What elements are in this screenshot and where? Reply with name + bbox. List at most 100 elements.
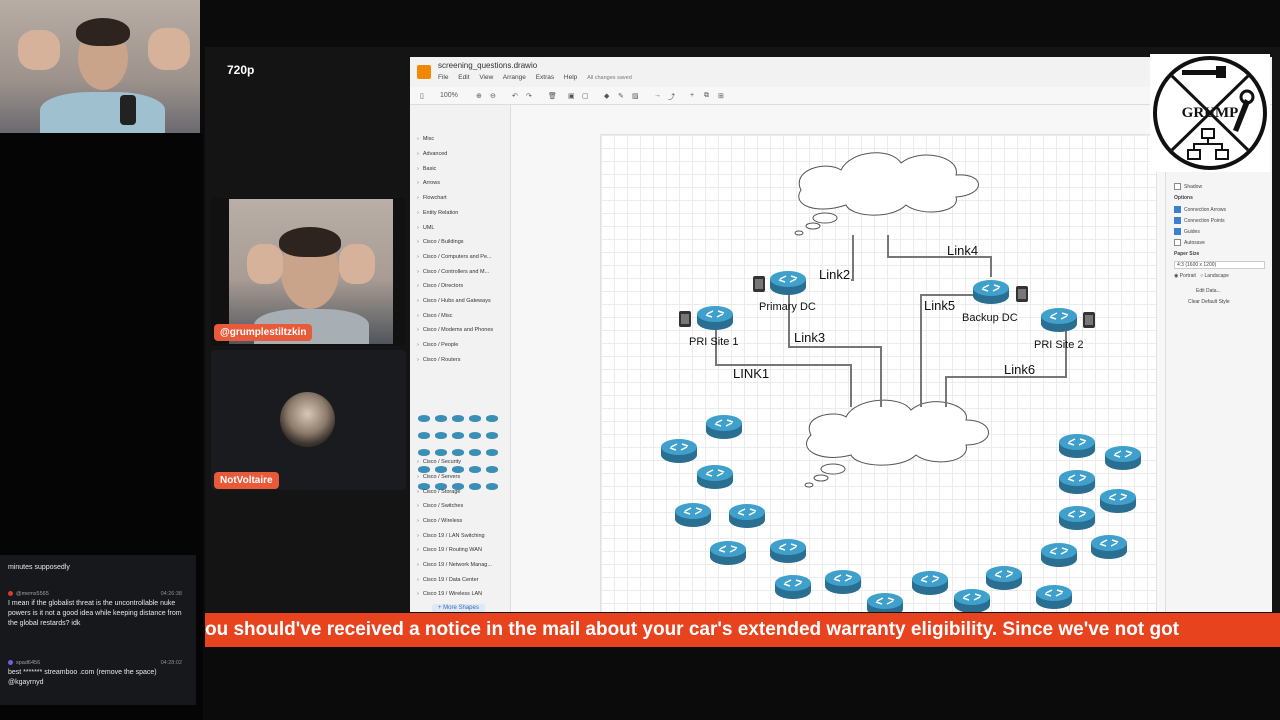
router-shape-icon[interactable] xyxy=(469,449,481,456)
menu-edit[interactable]: Edit xyxy=(458,74,469,81)
portrait-radio[interactable]: ◉ Portrait xyxy=(1174,273,1196,279)
library-basic[interactable]: Basic xyxy=(417,166,436,172)
library-cisco-routers[interactable]: Cisco / Routers xyxy=(417,357,461,363)
label-link3: Link3 xyxy=(794,330,825,345)
link-icon[interactable]: ⧉ xyxy=(704,92,709,100)
waypoints-icon[interactable]: ⤴ xyxy=(668,92,675,102)
library-cisco-modems[interactable]: Cisco / Modems and Phones xyxy=(417,327,493,333)
zoom-select[interactable]: 100% xyxy=(440,92,458,99)
library-cisco19-wlan[interactable]: Cisco 19 / Wireless LAN xyxy=(417,591,482,597)
delete-icon[interactable]: 🗑 xyxy=(548,92,557,100)
library-cisco-buildings[interactable]: Cisco / Buildings xyxy=(417,239,464,245)
router-primary-dc[interactable] xyxy=(753,270,807,296)
library-cisco-misc[interactable]: Cisco / Misc xyxy=(417,313,453,319)
library-cisco19-lan[interactable]: Cisco 19 / LAN Switching xyxy=(417,533,485,539)
router-shape-icon[interactable] xyxy=(435,449,447,456)
menu-help[interactable]: Help xyxy=(564,74,577,81)
router-shape-icon[interactable] xyxy=(452,466,464,473)
library-advanced[interactable]: Advanced xyxy=(417,151,447,157)
shadow-icon[interactable]: ▨ xyxy=(632,92,639,100)
label-link5: Link5 xyxy=(924,298,955,313)
shadow-option[interactable]: Shadow xyxy=(1174,183,1202,190)
table-icon[interactable]: ⊞ xyxy=(718,92,724,100)
insert-icon[interactable]: + xyxy=(690,92,694,99)
library-cisco-security[interactable]: Cisco / Security xyxy=(417,459,461,465)
router-shape-icon[interactable] xyxy=(486,449,498,456)
library-cisco-servers[interactable]: Cisco / Servers xyxy=(417,474,460,480)
router-shape-icon[interactable] xyxy=(469,483,481,490)
router-shape-icon[interactable] xyxy=(435,466,447,473)
clear-default-style-button[interactable]: Clear Default Style xyxy=(1188,299,1230,305)
zoom-in-icon[interactable]: ⊕ xyxy=(476,92,482,100)
zoom-out-icon[interactable]: ⊖ xyxy=(490,92,496,100)
cloud-bottom[interactable] xyxy=(804,399,989,488)
router-shape-icon[interactable] xyxy=(469,432,481,439)
host-name-tag: @grumplestiltzkin xyxy=(214,324,313,341)
router-shape-icon[interactable] xyxy=(418,432,430,439)
router-shape-icon[interactable] xyxy=(486,415,498,422)
connection-points-checkbox[interactable]: Connection Points xyxy=(1174,217,1225,224)
library-flowchart[interactable]: Flowchart xyxy=(417,195,447,201)
edit-data-button[interactable]: Edit Data... xyxy=(1196,288,1221,294)
library-cisco19-datacenter[interactable]: Cisco 19 / Data Center xyxy=(417,577,479,583)
router-shape-icon[interactable] xyxy=(435,415,447,422)
library-arrows[interactable]: Arrows xyxy=(417,180,440,186)
router-shape-icon[interactable] xyxy=(486,483,498,490)
to-front-icon[interactable]: ▣ xyxy=(568,92,575,100)
orientation-radios[interactable]: ◉ Portrait ○ Landscape xyxy=(1174,273,1229,279)
router-shape-icon[interactable] xyxy=(452,432,464,439)
autosave-checkbox[interactable]: Autosave xyxy=(1174,239,1205,246)
menu-view[interactable]: View xyxy=(479,74,493,81)
guides-checkbox[interactable]: Guides xyxy=(1174,228,1200,235)
router-backup-dc[interactable] xyxy=(972,279,1028,305)
router-shape-icon[interactable] xyxy=(452,449,464,456)
menu-extras[interactable]: Extras xyxy=(536,74,554,81)
cloud-top[interactable] xyxy=(794,152,979,236)
more-shapes-button[interactable]: + More Shapes xyxy=(432,604,485,612)
library-cisco-directors[interactable]: Cisco / Directors xyxy=(417,283,463,289)
library-cisco-people[interactable]: Cisco / People xyxy=(417,342,458,348)
menu-file[interactable]: File xyxy=(438,74,448,81)
router-shape-icon[interactable] xyxy=(469,466,481,473)
ticker-banner: ou should've received a notice in the ma… xyxy=(205,613,1280,647)
router-shape-icon[interactable] xyxy=(469,415,481,422)
library-cisco-controllers[interactable]: Cisco / Controllers and M... xyxy=(417,269,489,275)
label-link4: Link4 xyxy=(947,243,978,258)
line-color-icon[interactable]: ✎ xyxy=(618,92,624,100)
router-pri-site-1[interactable] xyxy=(679,305,734,331)
guest-name-tag: NotVoltaire xyxy=(214,472,279,489)
library-cisco19-network[interactable]: Cisco 19 / Network Manag... xyxy=(417,562,492,568)
router-shape-icon[interactable] xyxy=(452,415,464,422)
library-cisco-switches[interactable]: Cisco / Switches xyxy=(417,503,463,509)
connection-arrows-checkbox[interactable]: Connection Arrows xyxy=(1174,206,1226,213)
library-uml[interactable]: UML xyxy=(417,225,435,231)
router-shape-icon[interactable] xyxy=(418,415,430,422)
panel-toggle-icon[interactable]: ▯ xyxy=(420,92,424,100)
library-entity-relation[interactable]: Entity Relation xyxy=(417,210,458,216)
paper-size-select[interactable]: 4:3 (1600 x 1200) xyxy=(1174,261,1265,269)
redo-icon[interactable]: ↷ xyxy=(526,92,532,100)
router-shape-icon[interactable] xyxy=(418,466,430,473)
library-cisco-storage[interactable]: Cisco / Storage xyxy=(417,489,461,495)
chat-message: minutes supposedly xyxy=(8,564,70,571)
router-shape-icon[interactable] xyxy=(486,432,498,439)
router-shape-icon[interactable] xyxy=(418,449,430,456)
router-shape-icon[interactable] xyxy=(486,466,498,473)
connection-icon[interactable]: → xyxy=(654,92,661,99)
library-cisco19-routing[interactable]: Cisco 19 / Routing WAN xyxy=(417,547,482,553)
library-misc[interactable]: Misc xyxy=(417,136,434,142)
to-back-icon[interactable]: ▢ xyxy=(582,92,589,100)
diagram-canvas[interactable]: Primary DC Backup DC PRI Site 1 PRI Site… xyxy=(600,134,1157,612)
fill-color-icon[interactable]: ◆ xyxy=(604,92,609,100)
library-cisco-hubs[interactable]: Cisco / Hubs and Gateways xyxy=(417,298,491,304)
label-link1: LINK1 xyxy=(733,366,769,381)
landscape-radio[interactable]: ○ Landscape xyxy=(1200,273,1229,279)
router-pri-site-2[interactable] xyxy=(1040,307,1095,333)
chat-message: spad6456 04:28:02 best ******* streamboo… xyxy=(8,660,182,686)
menu-arrange[interactable]: Arrange xyxy=(503,74,526,81)
undo-icon[interactable]: ↶ xyxy=(512,92,518,100)
label-link6: Link6 xyxy=(1004,362,1035,377)
router-shape-icon[interactable] xyxy=(435,432,447,439)
library-cisco-wireless[interactable]: Cisco / Wireless xyxy=(417,518,462,524)
library-cisco-computers[interactable]: Cisco / Computers and Pe... xyxy=(417,254,492,260)
